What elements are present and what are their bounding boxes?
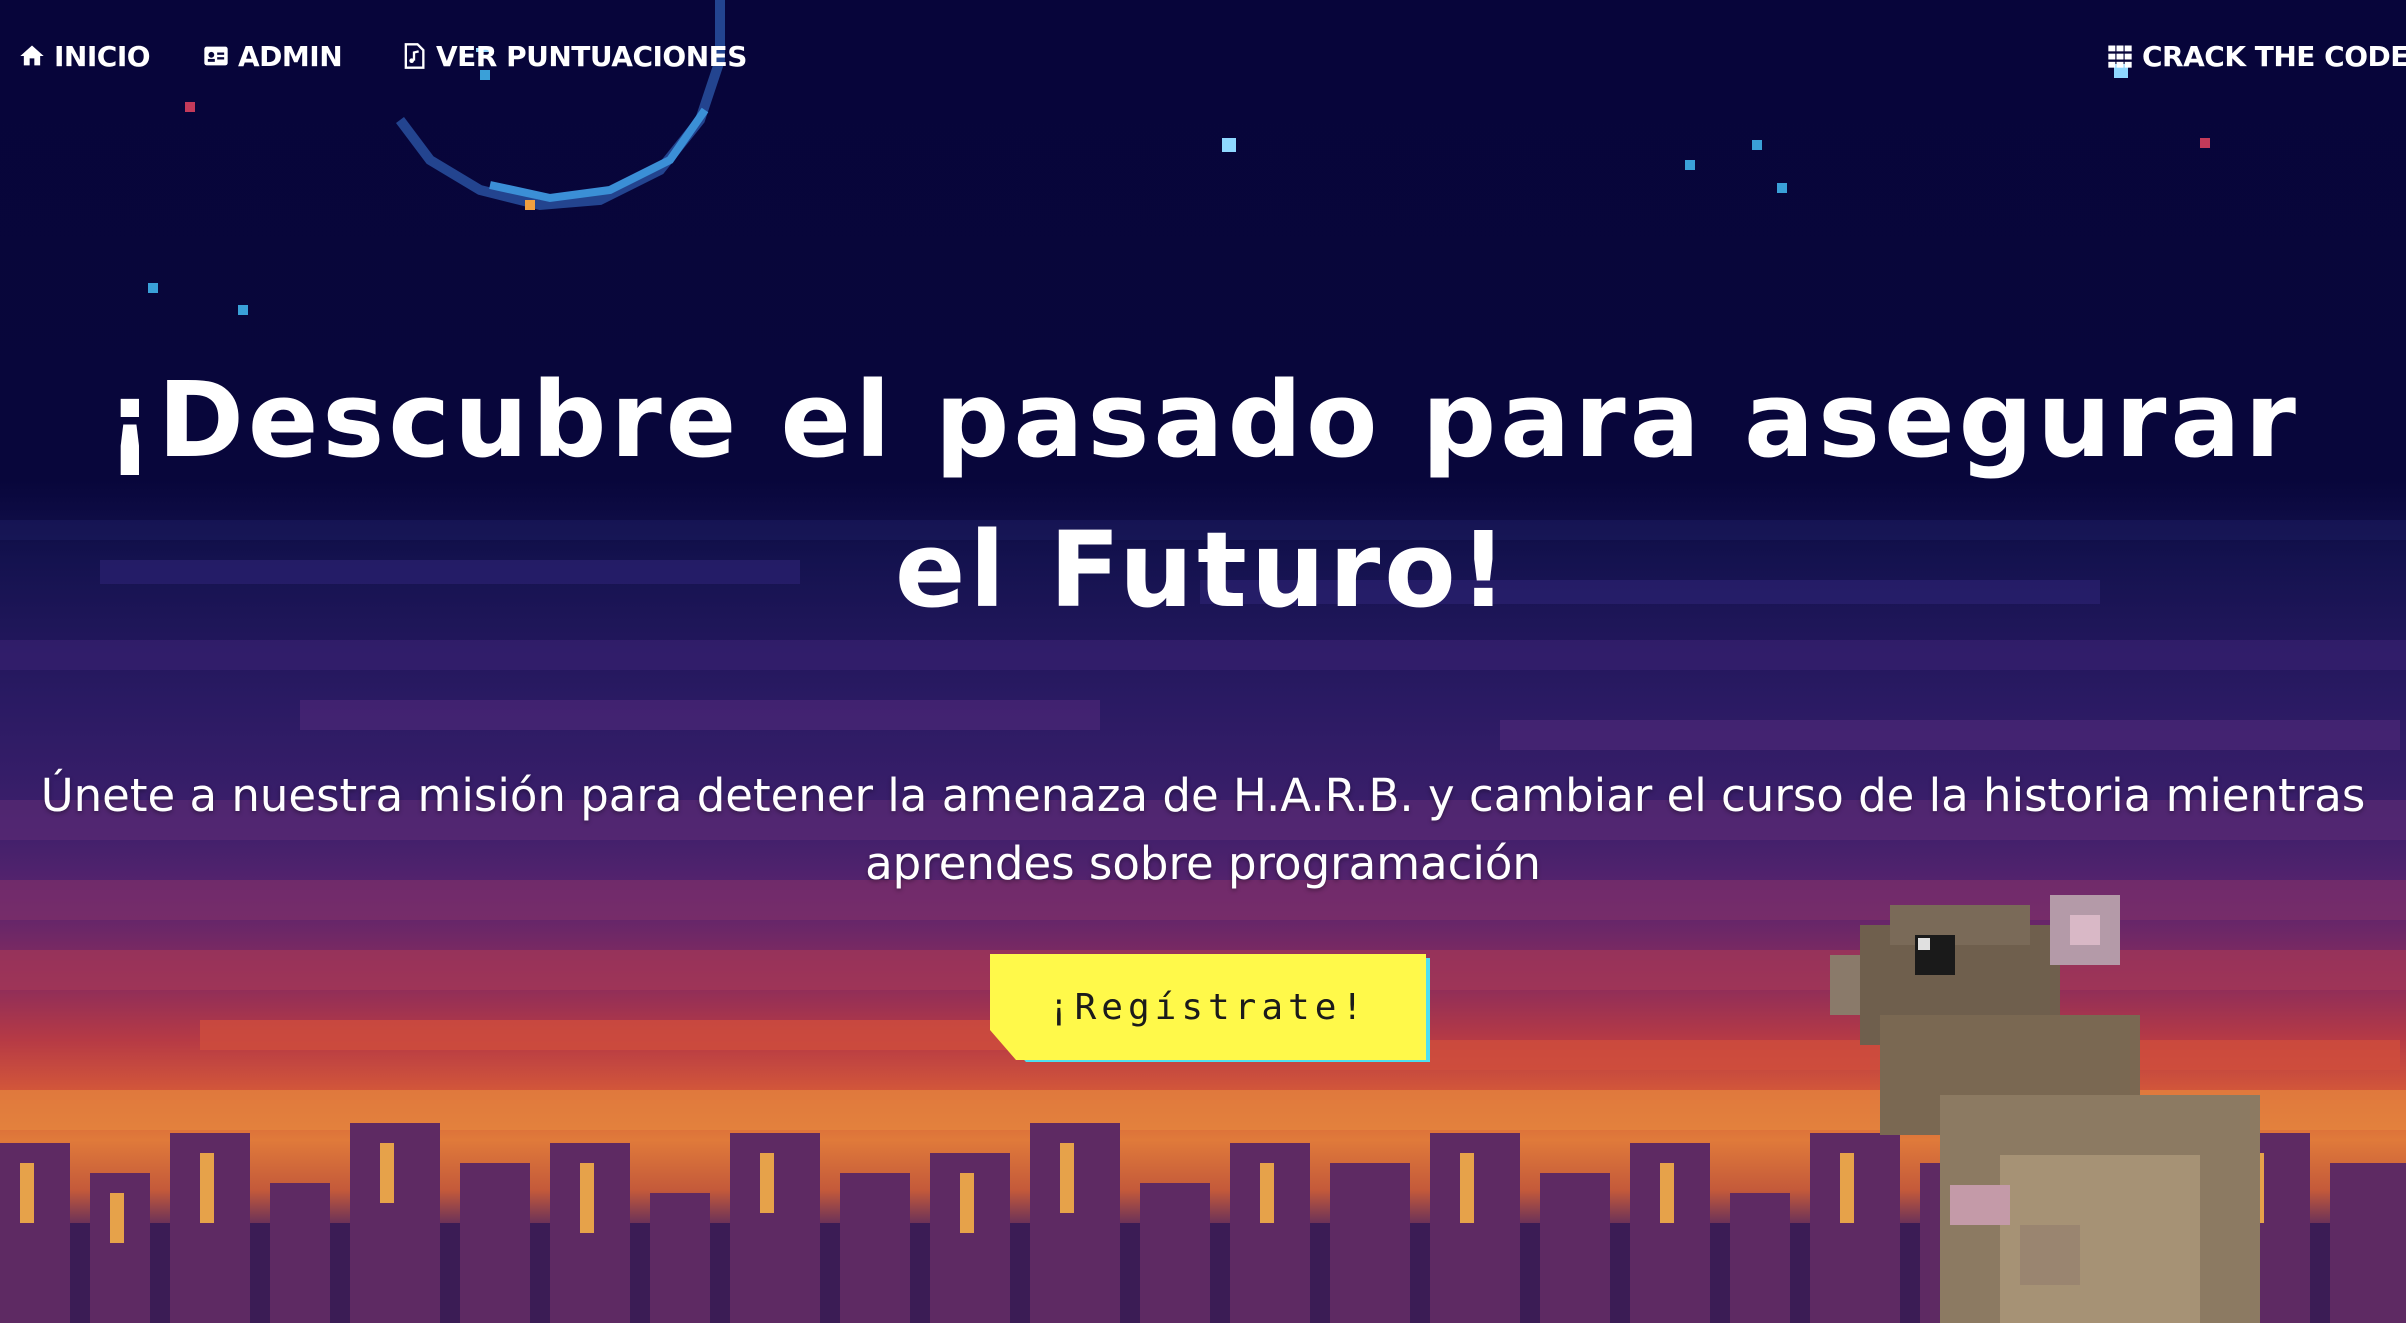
file-music-icon bbox=[400, 42, 428, 70]
nav-link-inicio[interactable]: INICIO bbox=[18, 36, 151, 76]
top-navbar: INICIO ADMIN VER PUNTUACIONES CRACK THE … bbox=[0, 0, 2406, 110]
nav-label: INICIO bbox=[54, 39, 151, 73]
nav-link-crack-the-code[interactable]: CRACK THE CODE bbox=[2106, 36, 2406, 76]
nav-label: VER PUNTUACIONES bbox=[436, 39, 747, 73]
hero-title: ¡Descubre el pasado para asegurar el Fut… bbox=[106, 359, 2300, 631]
home-icon bbox=[18, 42, 46, 70]
nav-label: ADMIN bbox=[238, 39, 343, 73]
background-scene bbox=[0, 0, 2406, 1323]
register-button[interactable]: ¡Regístrate! bbox=[990, 954, 1426, 1060]
nav-link-admin[interactable]: ADMIN bbox=[202, 36, 343, 76]
nav-label: CRACK THE CODE bbox=[2142, 39, 2406, 73]
hero-subtitle: Únete a nuestra misión para detener la a… bbox=[40, 769, 2366, 890]
grid-icon bbox=[2106, 42, 2134, 70]
id-card-icon bbox=[202, 42, 230, 70]
pixel-rat-character bbox=[1830, 895, 2260, 1323]
nav-link-ver-puntuaciones[interactable]: VER PUNTUACIONES bbox=[400, 36, 747, 76]
